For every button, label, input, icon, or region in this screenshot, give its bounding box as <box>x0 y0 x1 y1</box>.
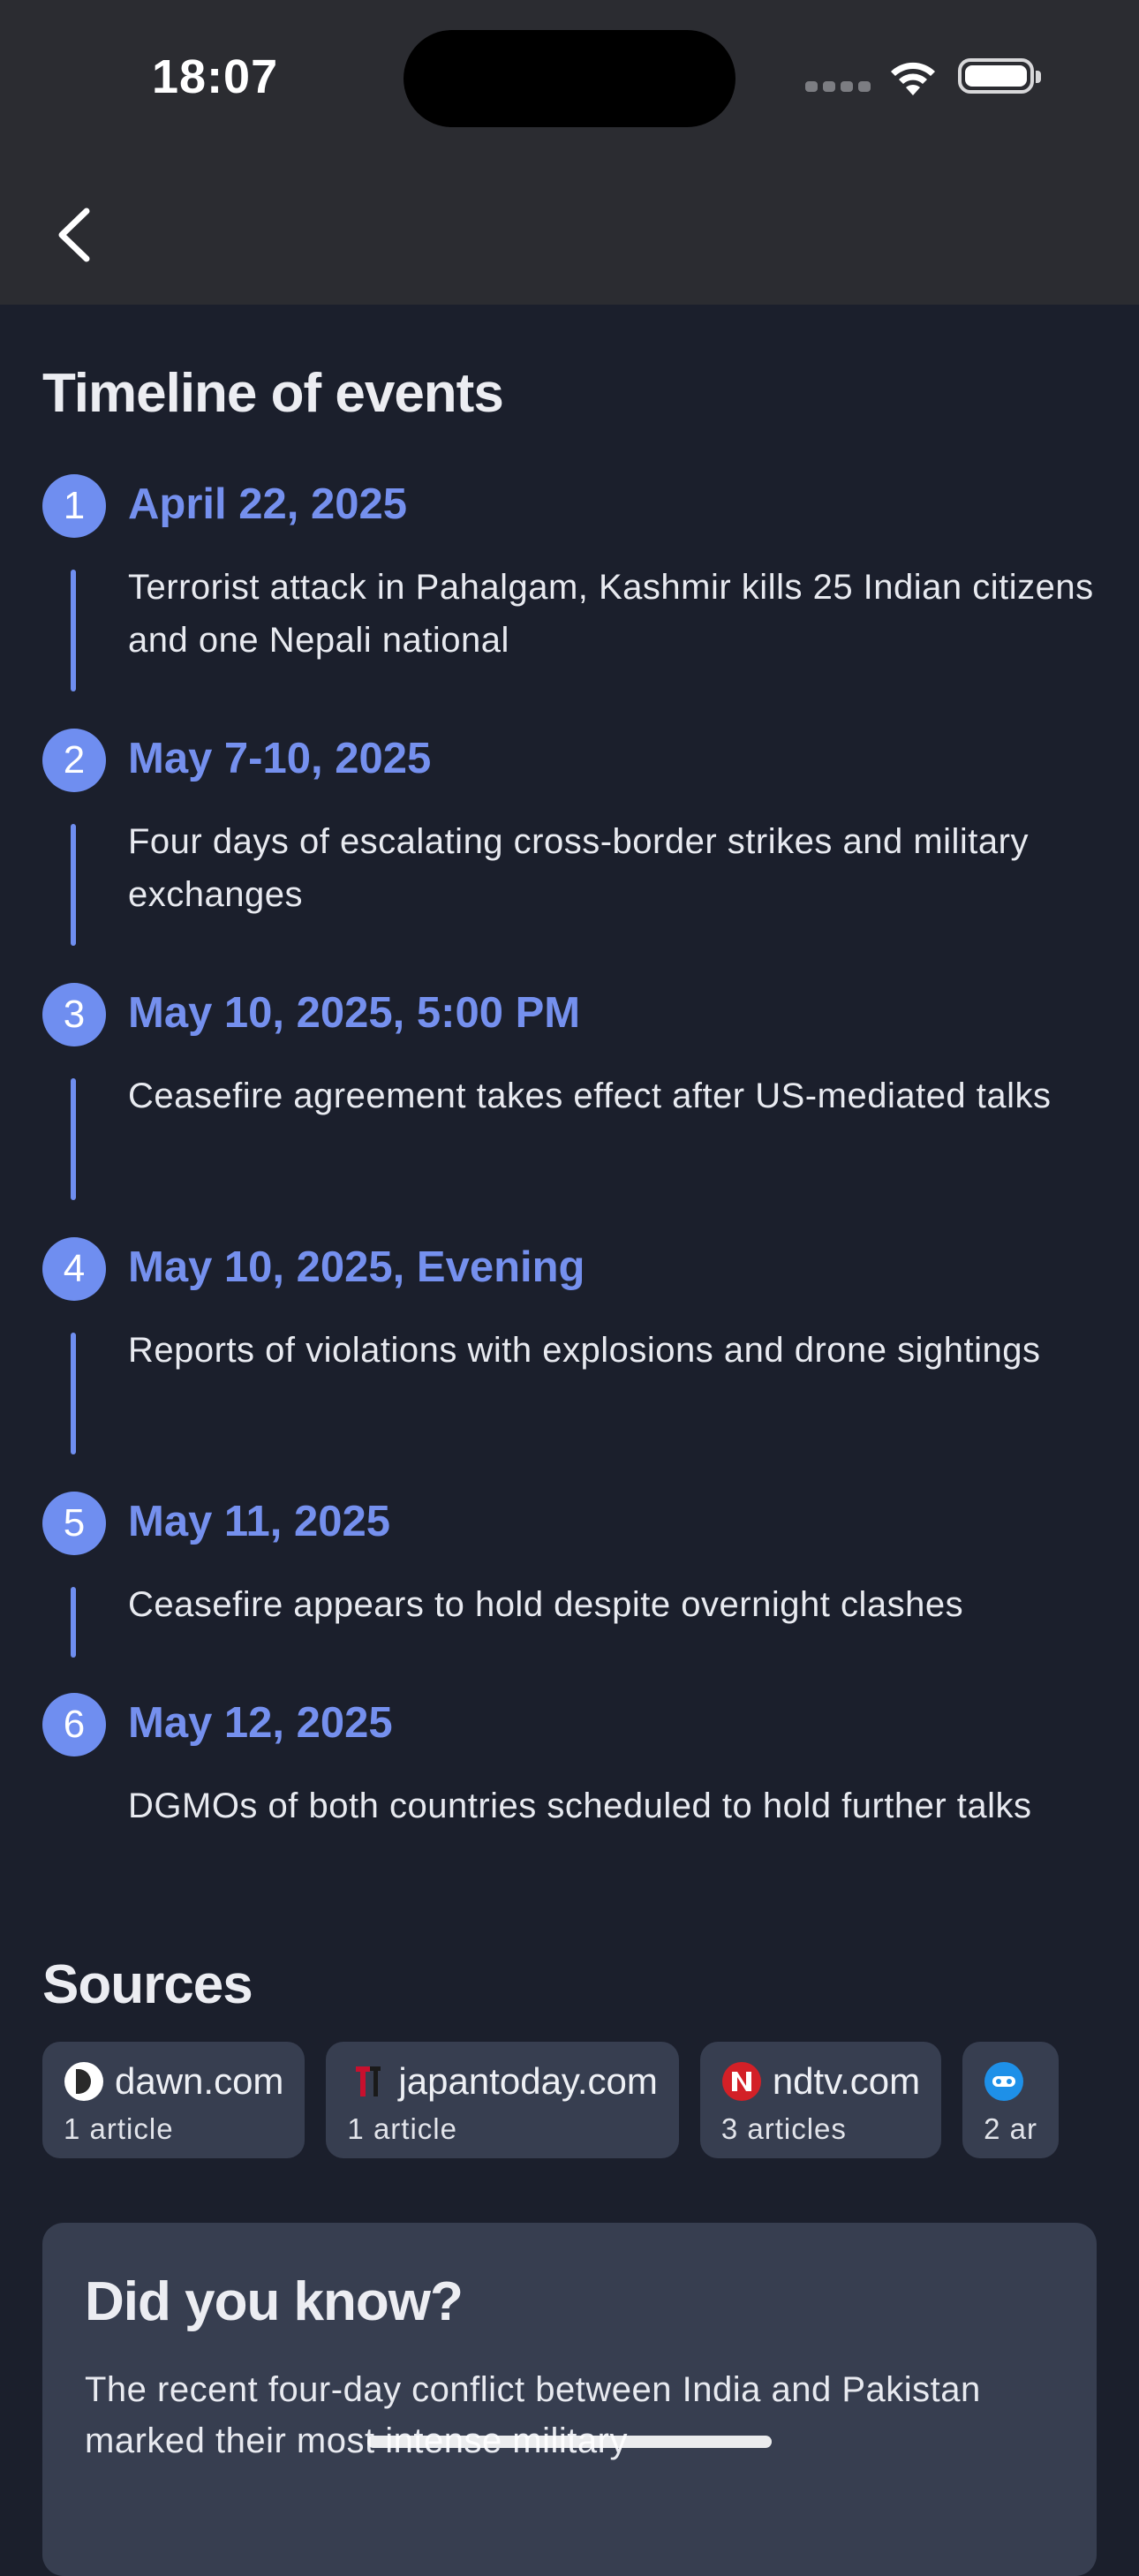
timeline-connector <box>71 570 76 691</box>
source-chip-japantoday[interactable]: japantoday.com 1 article <box>326 2042 679 2158</box>
event-date: May 12, 2025 <box>128 1699 393 1747</box>
battery-icon <box>958 58 1041 94</box>
sources-carousel[interactable]: dawn.com 1 article japantoday.com 1 arti… <box>42 2042 1059 2158</box>
timeline-connector <box>71 1587 76 1658</box>
source-chip-dawn[interactable]: dawn.com 1 article <box>42 2042 305 2158</box>
japantoday-logo-icon <box>356 2066 381 2096</box>
step-number-badge: 4 <box>42 1237 106 1301</box>
event-date: May 10, 2025, 5:00 PM <box>128 989 581 1037</box>
event-description: Ceasefire agreement takes effect after U… <box>128 1076 1052 1115</box>
timeline-title: Timeline of events <box>42 363 504 424</box>
step-number-badge: 1 <box>42 474 106 538</box>
did-you-know-card: Did you know? The recent four-day confli… <box>42 2223 1097 2576</box>
source-article-count: 1 article <box>64 2112 174 2145</box>
event-date: April 22, 2025 <box>128 480 407 528</box>
source-chip-ndtv[interactable]: ndtv.com 3 articles <box>699 2042 942 2158</box>
event-date: May 11, 2025 <box>128 1498 390 1545</box>
event-description: Terrorist attack in Pahalgam, Kashmir ki… <box>128 568 1094 660</box>
dawn-logo-icon <box>64 2062 103 2101</box>
event-description: Reports of violations with explosions an… <box>128 1331 1041 1370</box>
status-time: 18:07 <box>152 50 279 103</box>
status-bar: 18:07 <box>0 0 1139 155</box>
source-chip-partial[interactable]: 2 ar <box>962 2042 1059 2158</box>
event-date: May 7-10, 2025 <box>128 735 432 782</box>
dynamic-island <box>404 30 735 127</box>
source-article-count: 3 articles <box>720 2112 847 2145</box>
timeline-connector <box>71 1078 76 1200</box>
step-number-badge: 6 <box>42 1693 106 1756</box>
source-domain: ndtv.com <box>772 2060 921 2102</box>
source-domain: dawn.com <box>115 2060 284 2102</box>
back-chevron-icon[interactable] <box>49 204 99 266</box>
step-number-badge: 2 <box>42 729 106 792</box>
wifi-icon <box>891 62 935 95</box>
did-you-know-title: Did you know? <box>85 2271 464 2332</box>
source-article-count: 2 ar <box>984 2112 1037 2145</box>
cellular-signal-icon <box>805 81 871 92</box>
timeline-connector <box>71 824 76 946</box>
event-description: Ceasefire appears to hold despite overni… <box>128 1585 964 1624</box>
event-description: DGMOs of both countries scheduled to hol… <box>128 1787 1032 1825</box>
home-indicator[interactable] <box>367 2436 772 2448</box>
ndtv-logo-icon <box>721 2062 761 2101</box>
event-date: May 10, 2025, Evening <box>128 1243 585 1291</box>
source-article-count: 1 article <box>347 2112 457 2145</box>
did-you-know-text: The recent four-day conflict between Ind… <box>85 2370 981 2460</box>
source-logo-icon <box>984 2062 1024 2101</box>
step-number-badge: 3 <box>42 983 106 1046</box>
nav-bar <box>0 155 1139 305</box>
timeline-connector <box>71 1333 76 1454</box>
event-description: Four days of escalating cross-border str… <box>128 822 1029 914</box>
step-number-badge: 5 <box>42 1492 106 1555</box>
sources-title: Sources <box>42 1954 253 2015</box>
source-domain: japantoday.com <box>398 2060 658 2102</box>
